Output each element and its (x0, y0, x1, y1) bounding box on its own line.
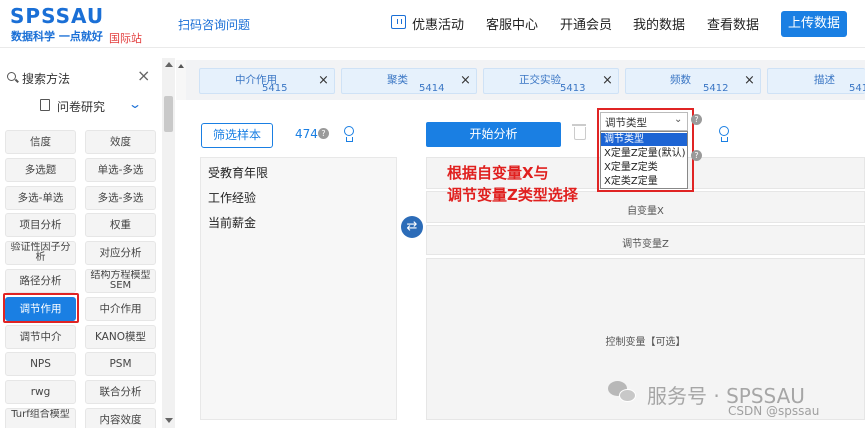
nav-membership[interactable]: 开通会员 (560, 14, 612, 33)
method-button[interactable]: 对应分析 (85, 241, 156, 265)
close-icon[interactable]: × (744, 73, 755, 88)
lightbulb-icon[interactable] (719, 126, 729, 142)
close-icon[interactable]: × (460, 73, 471, 88)
tab-orthogonal[interactable]: 正交实验 5413 × (483, 68, 619, 94)
zone-label: 调节变量Z (622, 239, 669, 250)
document-icon (40, 99, 50, 111)
tab-cluster[interactable]: 聚类 5414 × (341, 68, 477, 94)
variable-item[interactable]: 受教育年限 (208, 164, 268, 181)
sample-count: 474 (295, 127, 318, 141)
filter-samples-button[interactable]: 筛选样本 (201, 123, 273, 148)
method-button[interactable]: 内容效度 (85, 408, 156, 428)
chevron-down-icon[interactable]: ⌄ (128, 97, 142, 111)
upload-data-button[interactable]: 上传数据 (781, 11, 847, 37)
swap-arrows-icon[interactable]: ⇄ (401, 216, 423, 238)
method-button[interactable]: 效度 (85, 130, 156, 154)
method-button[interactable]: 验证性因子分析 (5, 241, 76, 265)
tab-mediation[interactable]: 中介作用 5415 × (199, 68, 335, 94)
close-icon[interactable]: × (318, 73, 329, 88)
highlight-box (597, 108, 694, 192)
method-button[interactable]: PSM (85, 352, 156, 376)
help-icon[interactable]: ? (691, 150, 702, 161)
nav-service[interactable]: 客服中心 (486, 14, 538, 33)
method-button[interactable]: 项目分析 (5, 213, 76, 237)
tab-frequency[interactable]: 频数 5412 × (625, 68, 761, 94)
lightbulb-icon[interactable] (344, 126, 354, 142)
category-survey-research[interactable]: 问卷研究 (57, 98, 105, 115)
tab-label: 描述 (814, 74, 835, 86)
help-icon[interactable]: ? (691, 114, 702, 125)
method-button[interactable]: 权重 (85, 213, 156, 237)
method-button[interactable]: 多选题 (5, 158, 76, 182)
method-sidebar: 搜索方法 × 问卷研究 ⌄ 信度 效度 多选题 单选-多选 多选-单选 多选-多选 项目分析… (0, 58, 175, 428)
tab-descriptive[interactable]: 描述 5411 (767, 68, 865, 94)
tab-number: 5415 (262, 83, 288, 94)
help-icon[interactable]: ? (318, 128, 329, 139)
method-button[interactable]: 单选-多选 (85, 158, 156, 182)
zone-label: 控制变量【可选】 (605, 337, 686, 348)
search-methods-input[interactable]: 搜索方法 (22, 70, 70, 87)
tab-number: 5414 (419, 83, 445, 94)
annotation-line: 调节变量Z类型选择 (447, 186, 578, 204)
method-button[interactable]: 中介作用 (85, 297, 156, 321)
method-button[interactable]: 多选-多选 (85, 186, 156, 210)
method-button[interactable]: 信度 (5, 130, 76, 154)
top-header: SPSSAU 数据科学 一点就好 国际站 扫码咨询问题 优惠活动 客服中心 开通… (0, 0, 865, 48)
method-button[interactable]: 联合分析 (85, 380, 156, 404)
close-icon[interactable]: × (602, 73, 613, 88)
scroll-up-arrow-icon[interactable] (165, 62, 173, 67)
promo-icon (391, 15, 406, 29)
method-button[interactable]: 多选-单选 (5, 186, 76, 210)
brand-slogan: 数据科学 一点就好 (11, 30, 103, 43)
scroll-up-arrow-icon[interactable] (178, 64, 184, 68)
wechat-icon (608, 379, 640, 407)
variable-list[interactable]: 受教育年限 工作经验 当前薪金 (200, 157, 397, 420)
tab-label: 聚类 (387, 74, 408, 86)
method-button[interactable]: 调节中介 (5, 325, 76, 349)
search-icon (7, 72, 16, 81)
method-button[interactable]: Turf组合模型 (5, 408, 76, 428)
method-button[interactable]: KANO模型 (85, 325, 156, 349)
zone-moderator-z[interactable]: 调节变量Z (426, 225, 865, 255)
method-button[interactable]: NPS (5, 352, 76, 376)
scan-consult-link[interactable]: 扫码咨询问题 (178, 16, 250, 33)
start-analysis-button[interactable]: 开始分析 (426, 122, 561, 147)
scroll-down-arrow-icon[interactable] (165, 418, 173, 423)
tab-number: 5411 (849, 83, 865, 94)
method-button[interactable]: rwg (5, 380, 76, 404)
scrollbar-thumb[interactable] (164, 96, 173, 132)
intl-site-link[interactable]: 国际站 (109, 30, 142, 46)
trash-icon[interactable] (572, 124, 586, 140)
annotation-text: 根据自变量X与 调节变量Z类型选择 (447, 162, 578, 206)
nav-promo[interactable]: 优惠活动 (412, 14, 464, 33)
nav-my-data[interactable]: 我的数据 (633, 14, 685, 33)
variable-item[interactable]: 当前薪金 (208, 214, 256, 231)
method-button[interactable]: 结构方程模型SEM (85, 269, 156, 293)
brand-name: SPSSAU (10, 4, 105, 28)
tab-label: 频数 (670, 74, 691, 86)
tab-label: 正交实验 (519, 74, 561, 86)
annotation-line: 根据自变量X与 (447, 164, 549, 182)
variable-item[interactable]: 工作经验 (208, 189, 256, 206)
tab-number: 5413 (560, 83, 586, 94)
nav-view-data[interactable]: 查看数据 (707, 14, 759, 33)
csdn-watermark: CSDN @spssau (728, 404, 820, 418)
close-icon[interactable]: × (137, 66, 150, 85)
highlight-box (3, 293, 79, 323)
analysis-tabs-bar: 中介作用 5415 × 聚类 5414 × 正交实验 5413 × 频数 541… (186, 60, 865, 100)
method-button[interactable]: 路径分析 (5, 269, 76, 293)
tab-number: 5412 (703, 83, 729, 94)
